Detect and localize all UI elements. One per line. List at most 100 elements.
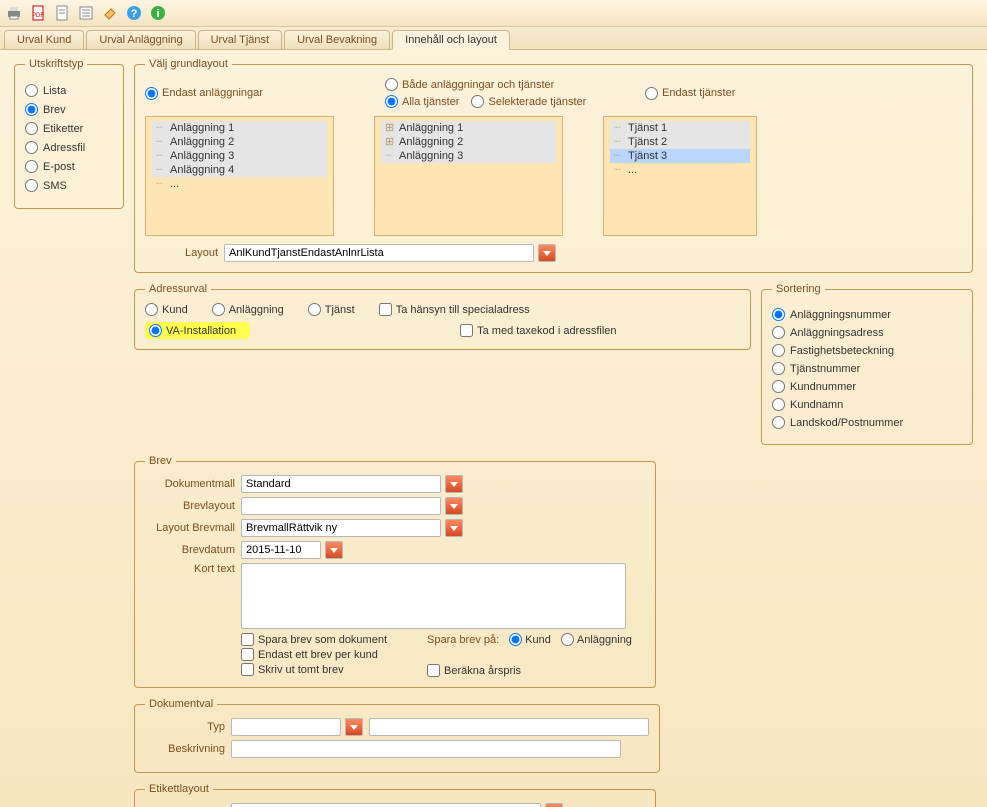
etikett-legend: Etikettlayout	[145, 783, 213, 795]
utskriftstyp-etiketter[interactable]: Etiketter	[25, 122, 113, 135]
tree-node[interactable]: Anläggning 2	[152, 135, 327, 149]
utskriftstyp-adressfil[interactable]: Adressfil	[25, 141, 113, 154]
addr-va-label: VA-Installation	[166, 325, 236, 337]
dokmall-input[interactable]	[241, 475, 441, 493]
print-icon[interactable]	[4, 3, 24, 23]
sort-opt-label: Landskod/Postnummer	[790, 417, 903, 429]
help-icon[interactable]: ?	[124, 3, 144, 23]
brevmall-drop[interactable]	[445, 519, 463, 537]
tab-innehall-layout[interactable]: Innehåll och layout	[392, 30, 510, 50]
opt-endast-anl[interactable]: Endast anläggningar	[145, 78, 345, 108]
korttext-input[interactable]	[241, 563, 626, 629]
etikett-layout-input[interactable]	[231, 803, 541, 807]
opt-sel-tj[interactable]: Selekterade tjänster	[471, 95, 586, 108]
brevdatum-label: Brevdatum	[145, 544, 235, 556]
addr-tjanst-label: Tjänst	[325, 304, 355, 316]
utskriftstyp-epost[interactable]: E-post	[25, 160, 113, 173]
tab-urval-kund[interactable]: Urval Kund	[4, 30, 84, 49]
dok-typ-drop[interactable]	[345, 718, 363, 736]
utskriftstyp-adressfil-label: Adressfil	[43, 142, 85, 154]
addr-va[interactable]: VA-Installation	[145, 322, 250, 339]
opt-alla-tj-label: Alla tjänster	[402, 96, 459, 108]
cb-spara-dok[interactable]: Spara brev som dokument	[241, 633, 387, 646]
etikett-layout-drop[interactable]	[545, 803, 563, 807]
cb-tomt[interactable]: Skriv ut tomt brev	[241, 663, 387, 676]
spara-pa-anl[interactable]: Anläggning	[561, 633, 632, 646]
sort-kundnamn[interactable]: Kundnamn	[772, 398, 962, 411]
sort-landskod[interactable]: Landskod/Postnummer	[772, 416, 962, 429]
sortering-legend: Sortering	[772, 283, 825, 295]
pdf-icon[interactable]: PDF	[28, 3, 48, 23]
opt-bade-label: Både anläggningar och tjänster	[402, 79, 554, 91]
eraser-icon[interactable]	[100, 3, 120, 23]
tree-node[interactable]: Anläggning 4	[152, 163, 327, 177]
grund-layout-label: Layout	[185, 247, 218, 259]
cb-label: Skriv ut tomt brev	[258, 664, 344, 676]
addr-cb-special[interactable]: Ta hänsyn till specialadress	[379, 303, 530, 316]
tab-urval-bevakning[interactable]: Urval Bevakning	[284, 30, 390, 49]
sort-anlnr[interactable]: Anläggningsnummer	[772, 308, 962, 321]
sort-anladr[interactable]: Anläggningsadress	[772, 326, 962, 339]
brevmall-input[interactable]	[241, 519, 441, 537]
sort-opt-label: Tjänstnummer	[790, 363, 860, 375]
tree-node[interactable]: Anläggning 2	[381, 135, 556, 149]
utskriftstyp-brev[interactable]: Brev	[25, 103, 113, 116]
cb-ett-brev[interactable]: Endast ett brev per kund	[241, 648, 387, 661]
tree-node[interactable]: ...	[152, 177, 327, 191]
sort-opt-label: Anläggningsadress	[790, 327, 884, 339]
utskriftstyp-lista-label: Lista	[43, 85, 66, 97]
tree-node[interactable]: ...	[610, 163, 750, 177]
utskriftstyp-sms-label: SMS	[43, 180, 67, 192]
grund-layout-drop[interactable]	[538, 244, 556, 262]
brev-legend: Brev	[145, 455, 176, 467]
opt-bade[interactable]: Både anläggningar och tjänster	[385, 78, 605, 91]
opt-endast-tj[interactable]: Endast tjänster	[645, 78, 735, 108]
sort-fastighet[interactable]: Fastighetsbeteckning	[772, 344, 962, 357]
addr-anl[interactable]: Anläggning	[212, 303, 284, 316]
sort-tjanstnr[interactable]: Tjänstnummer	[772, 362, 962, 375]
opt-alla-tj[interactable]: Alla tjänster	[385, 95, 459, 108]
cb-arspris[interactable]: Beräkna årspris	[427, 664, 632, 677]
cb-label: Endast ett brev per kund	[258, 649, 378, 661]
dok-beskr-input[interactable]	[231, 740, 621, 758]
utskriftstyp-lista[interactable]: Lista	[25, 84, 113, 97]
tree-anlaggningar[interactable]: Anläggning 1 Anläggning 2 Anläggning 3 A…	[145, 116, 334, 236]
tree-node[interactable]: Anläggning 1	[381, 121, 556, 135]
tab-urval-tjanst[interactable]: Urval Tjänst	[198, 30, 282, 49]
tree-node[interactable]: Tjänst 1	[610, 121, 750, 135]
addr-cb-taxekod[interactable]: Ta med taxekod i adressfilen	[460, 324, 616, 337]
tree-tjanster[interactable]: Tjänst 1 Tjänst 2 Tjänst 3 ...	[603, 116, 757, 236]
spara-pa-kund[interactable]: Kund	[509, 633, 551, 646]
etikett-group: Etikettlayout Layout Endast en etikett p…	[134, 783, 656, 807]
dokmall-drop[interactable]	[445, 475, 463, 493]
utskriftstyp-epost-label: E-post	[43, 161, 75, 173]
document-icon[interactable]	[52, 3, 72, 23]
utskriftstyp-brev-label: Brev	[43, 104, 66, 116]
sort-opt-label: Anläggningsnummer	[790, 309, 891, 321]
tab-urval-anlaggning[interactable]: Urval Anläggning	[86, 30, 195, 49]
brevdatum-drop[interactable]	[325, 541, 343, 559]
dok-extra-input[interactable]	[369, 718, 649, 736]
svg-text:i: i	[156, 8, 159, 20]
dokmall-label: Dokumentmall	[145, 478, 235, 490]
tree-node[interactable]: Tjänst 3	[610, 149, 750, 163]
tree-node[interactable]: Anläggning 3	[381, 149, 556, 163]
tree-anl-tjanst[interactable]: Anläggning 1 Anläggning 2 Anläggning 3	[374, 116, 563, 236]
tree-node[interactable]: Anläggning 1	[152, 121, 327, 135]
utskriftstyp-sms[interactable]: SMS	[25, 179, 113, 192]
tree-node[interactable]: Tjänst 2	[610, 135, 750, 149]
addr-tjanst[interactable]: Tjänst	[308, 303, 355, 316]
dok-typ-input[interactable]	[231, 718, 341, 736]
tree-node[interactable]: Anläggning 3	[152, 149, 327, 163]
brevdatum-input[interactable]	[241, 541, 321, 559]
brevlayout-input[interactable]	[241, 497, 441, 515]
cb-label: Beräkna årspris	[444, 665, 521, 677]
info-icon[interactable]: i	[148, 3, 168, 23]
adressurval-legend: Adressurval	[145, 283, 211, 295]
brevlayout-drop[interactable]	[445, 497, 463, 515]
addr-kund[interactable]: Kund	[145, 303, 188, 316]
list-icon[interactable]	[76, 3, 96, 23]
sort-kundnr[interactable]: Kundnummer	[772, 380, 962, 393]
utskriftstyp-etiketter-label: Etiketter	[43, 123, 83, 135]
grund-layout-input[interactable]	[224, 244, 534, 262]
